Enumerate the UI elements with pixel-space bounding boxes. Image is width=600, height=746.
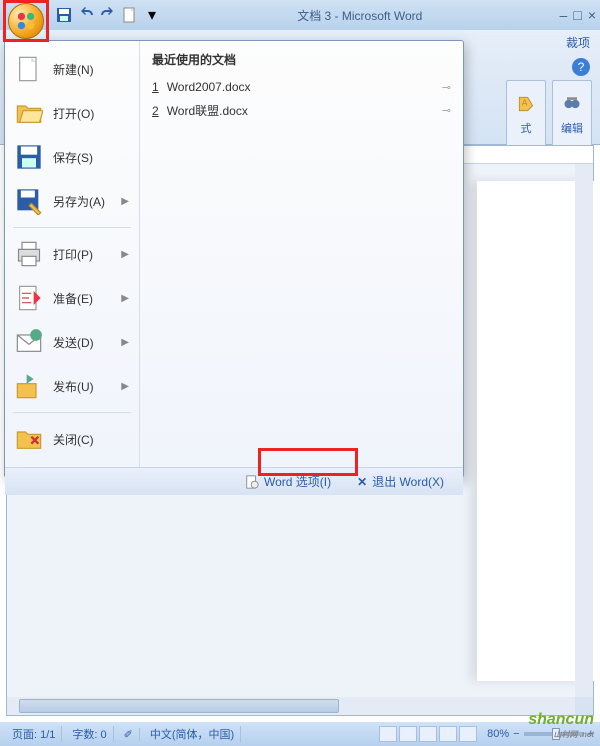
menu-item-open[interactable]: 打开(O) <box>5 91 139 135</box>
statusbar: 页面: 1/1 字数: 0 ✐ 中文(简体，中国) 80% − + <box>0 722 600 746</box>
watermark-shancun: shancun 山村网 .net <box>528 711 594 740</box>
pin-icon[interactable]: ⊸ <box>442 104 451 117</box>
view-outline[interactable] <box>439 726 457 742</box>
separator <box>13 412 131 413</box>
chevron-right-icon: ▶ <box>121 196 129 207</box>
chevron-right-icon: ▶ <box>121 293 129 304</box>
status-words[interactable]: 字数: 0 <box>66 726 113 742</box>
menu-item-save[interactable]: 保存(S) <box>5 135 139 179</box>
close-button[interactable]: × <box>588 7 596 23</box>
minimize-button[interactable]: – <box>560 7 568 23</box>
separator <box>13 227 131 228</box>
scrollbar-vertical[interactable] <box>575 164 593 697</box>
view-buttons <box>379 726 477 742</box>
pin-icon[interactable]: ⊸ <box>442 81 451 94</box>
zoom-out-button[interactable]: − <box>513 728 519 740</box>
window-title: 文档 3 - Microsoft Word <box>160 7 560 24</box>
word-options-button[interactable]: Word 选项(I) <box>236 468 340 495</box>
office-menu: 新建(N) 打开(O) 保存(S) 另存为(A) ▶ 打印(P) ▶ <box>4 40 464 478</box>
send-icon <box>15 328 43 356</box>
menu-item-prepare[interactable]: 准备(E) ▶ <box>5 276 139 320</box>
exit-word-button[interactable]: ✕ 退出 Word(X) <box>348 468 453 495</box>
saveas-icon <box>15 187 43 215</box>
menu-item-close[interactable]: 关闭(C) <box>5 417 139 461</box>
scrollbar-horizontal[interactable] <box>7 697 575 715</box>
status-lang[interactable]: 中文(简体，中国) <box>144 726 241 742</box>
menu-item-saveas[interactable]: 另存为(A) ▶ <box>5 179 139 223</box>
new-doc-icon[interactable] <box>122 7 138 23</box>
help-icon[interactable]: ? <box>572 58 590 76</box>
zoom-level[interactable]: 80% <box>487 728 509 740</box>
ribbon-tab-partial[interactable]: 裁项 <box>566 34 590 51</box>
recent-item[interactable]: 1 Word2007.docx ⊸ <box>152 76 451 98</box>
menu-item-send[interactable]: 发送(D) ▶ <box>5 320 139 364</box>
view-print-layout[interactable] <box>379 726 397 742</box>
menu-item-print[interactable]: 打印(P) ▶ <box>5 232 139 276</box>
style-icon: A <box>516 94 536 114</box>
ribbon-group-style[interactable]: A 式 <box>506 80 546 150</box>
menu-item-publish[interactable]: 发布(U) ▶ <box>5 364 139 408</box>
scroll-thumb[interactable] <box>19 699 339 713</box>
print-icon <box>15 240 43 268</box>
menu-right-panel: 最近使用的文档 1 Word2007.docx ⊸ 2 Word联盟.docx … <box>140 41 463 467</box>
close-doc-icon <box>15 425 43 453</box>
office-logo-icon <box>15 10 37 32</box>
prepare-icon <box>15 284 43 312</box>
view-web[interactable] <box>419 726 437 742</box>
office-button[interactable] <box>8 3 44 39</box>
undo-icon[interactable] <box>78 7 94 23</box>
binoculars-icon <box>562 94 582 114</box>
view-fullscreen[interactable] <box>399 726 417 742</box>
maximize-button[interactable]: □ <box>573 7 581 23</box>
status-lang-icon[interactable]: ✐ <box>118 728 140 741</box>
view-draft[interactable] <box>459 726 477 742</box>
menu-item-new[interactable]: 新建(N) <box>5 47 139 91</box>
qat-dropdown-icon[interactable]: ▾ <box>144 7 160 23</box>
recent-header: 最近使用的文档 <box>152 51 451 68</box>
status-page[interactable]: 页面: 1/1 <box>6 726 62 742</box>
save-icon[interactable] <box>56 7 72 23</box>
titlebar: ▾ 文档 3 - Microsoft Word – □ × <box>0 0 600 30</box>
options-icon <box>245 475 259 489</box>
publish-icon <box>15 372 43 400</box>
close-icon: ✕ <box>357 475 367 489</box>
svg-text:A: A <box>522 98 528 108</box>
new-icon <box>15 55 43 83</box>
chevron-right-icon: ▶ <box>121 381 129 392</box>
chevron-right-icon: ▶ <box>121 249 129 260</box>
window-controls: – □ × <box>560 7 596 23</box>
recent-item[interactable]: 2 Word联盟.docx ⊸ <box>152 98 451 123</box>
menu-left-panel: 新建(N) 打开(O) 保存(S) 另存为(A) ▶ 打印(P) ▶ <box>5 41 140 467</box>
menu-footer: Word 选项(I) ✕ 退出 Word(X) <box>5 467 463 495</box>
open-icon <box>15 99 43 127</box>
chevron-right-icon: ▶ <box>121 337 129 348</box>
save-disk-icon <box>15 143 43 171</box>
ribbon-group-edit[interactable]: 编辑 <box>552 80 592 150</box>
redo-icon[interactable] <box>100 7 116 23</box>
quick-access-toolbar: ▾ <box>56 7 160 23</box>
